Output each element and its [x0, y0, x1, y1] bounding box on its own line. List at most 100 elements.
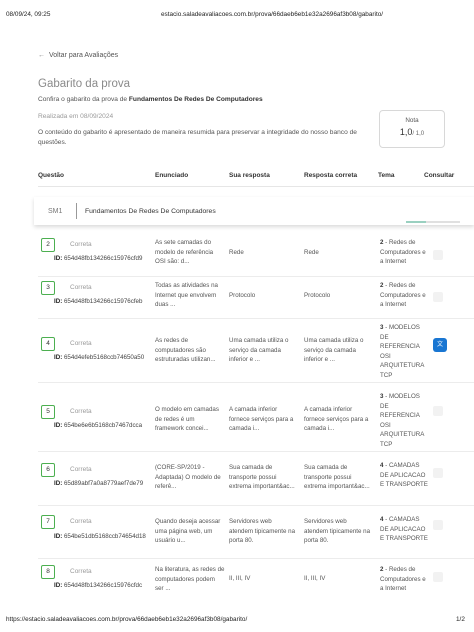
question-topic: 2 - Redes de Computadores e a Internet — [380, 565, 428, 594]
header-resposta-correta: Resposta correta — [304, 172, 358, 179]
progress-bar — [406, 221, 460, 223]
subtitle-course: Fundamentos De Redes De Computadores — [128, 96, 263, 103]
correct-answer: II, III, IV — [304, 575, 326, 582]
header-divider — [38, 186, 474, 187]
header-sua-resposta: Sua resposta — [229, 172, 270, 179]
arrow-left-icon: ← — [38, 52, 45, 59]
question-id-value: 654be51db5168ccb74654d18 — [63, 533, 146, 540]
your-answer: Servidores web atendem tipicamente na po… — [229, 518, 296, 544]
question-id-label: ID: — [54, 354, 63, 361]
row-divider — [38, 558, 474, 559]
question-id-label: ID: — [54, 255, 63, 262]
print-page-number: 1/2 — [456, 616, 465, 623]
question-id-label: ID: — [54, 298, 63, 305]
course-name: Fundamentos De Redes De Computadores — [85, 207, 216, 215]
question-statement: (CORE-SP/2019 - Adaptada) O modelo de re… — [155, 464, 221, 490]
header-tema: Tema — [378, 172, 395, 179]
question-id-label: ID: — [54, 422, 63, 429]
topic-name: - MODELOS DE REFERENCIA OSI ARQUITETURA … — [380, 393, 425, 448]
question-id-label: ID: — [54, 480, 63, 487]
question-topic: 3 - MODELOS DE REFERENCIA OSI ARQUITETUR… — [380, 392, 428, 449]
question-number: 6 — [41, 463, 55, 477]
question-number: 5 — [41, 405, 55, 419]
question-id-value: 65d89abf7a0a8779aef7de79 — [63, 480, 144, 487]
correct-answer: Uma camada utiliza o serviço da camada i… — [304, 337, 364, 363]
course-separator — [76, 203, 77, 219]
correct-answer: A camada inferior fornece serviços para … — [304, 406, 369, 432]
question-status: Correta — [70, 241, 92, 248]
question-id: ID: 654d48fb134266c15976cfdc — [54, 582, 142, 589]
your-answer: Protocolo — [229, 292, 256, 299]
question-topic: 4 - CAMADAS DE APLICACAO E TRANSPORTE — [380, 461, 428, 490]
grade-label: Nota — [405, 117, 419, 124]
question-topic: 4 - CAMADAS DE APLICACAO E TRANSPORTE — [380, 515, 428, 544]
question-status: Correta — [70, 466, 92, 473]
row-divider — [38, 505, 474, 506]
course-code: SM1 — [48, 207, 63, 215]
page-description: O conteúdo do gabarito é apresentado de … — [38, 129, 357, 146]
question-id: ID: 654d48fb134266c15976cfeb — [54, 298, 142, 305]
print-header: 08/09/24, 09:25 estacio.saladeavaliacoes… — [0, 0, 474, 22]
consult-button[interactable] — [433, 292, 443, 302]
question-number: 3 — [41, 281, 55, 295]
grade-score: 1,0 — [399, 127, 413, 137]
row-divider — [38, 318, 474, 319]
question-statement: Quando deseja acessar uma página web, um… — [155, 518, 221, 544]
question-id-value: 654d48fb134266c15976cfeb — [63, 298, 143, 305]
correct-answer: Protocolo — [304, 292, 331, 299]
back-link-label: Voltar para Avaliações — [49, 52, 119, 59]
question-id-label: ID: — [54, 582, 63, 589]
question-id-value: 654d48fb134266c15976cfdc — [63, 582, 143, 589]
row-divider — [38, 382, 474, 383]
correct-answer: Rede — [304, 249, 319, 256]
consult-button[interactable] — [433, 468, 443, 478]
page-title: Gabarito da prova — [38, 78, 131, 90]
your-answer: II, III, IV — [229, 575, 251, 582]
translate-icon[interactable]: 文 — [433, 338, 447, 352]
your-answer: Sua camada de transporte possui extrema … — [229, 464, 295, 490]
question-id-value: 654d4efeb5168ccb74650a50 — [63, 354, 145, 361]
grade-value: 1,0/ 1,0 — [380, 127, 444, 137]
print-footer-url: https://estacio.saladeavaliacoes.com.br/… — [6, 616, 248, 623]
question-id-value: 654d48fb134266c15976cfd9 — [63, 255, 143, 262]
question-number: 7 — [41, 515, 55, 529]
grade-max: / 1,0 — [412, 131, 425, 137]
question-topic: 2 - Redes de Computadores e a Internet — [380, 238, 428, 267]
topic-name: - MODELOS DE REFERENCIA OSI ARQUITETURA … — [380, 324, 425, 379]
row-divider — [38, 451, 474, 452]
question-status: Correta — [70, 284, 92, 291]
question-id: ID: 65d89abf7a0a8779aef7de79 — [54, 480, 143, 487]
question-topic: 2 - Redes de Computadores e a Internet — [380, 281, 428, 310]
question-statement: Na literatura, as redes de computadores … — [155, 566, 225, 592]
back-link[interactable]: ← Voltar para Avaliações — [38, 52, 118, 59]
grade-box: Nota 1,0/ 1,0 — [379, 110, 445, 148]
question-number: 8 — [41, 565, 55, 579]
topic-name: - Redes de Computadores e a Internet — [380, 566, 426, 592]
question-status: Correta — [70, 518, 92, 525]
question-status: Correta — [70, 408, 92, 415]
question-number: 2 — [41, 238, 55, 252]
consult-button[interactable] — [433, 250, 443, 260]
question-id: ID: 654d48fb134266c15976cfd9 — [54, 255, 142, 262]
header-consultar: Consultar — [424, 172, 455, 179]
consult-button[interactable] — [433, 572, 443, 582]
question-status: Correta — [70, 568, 92, 575]
header-questao: Questão — [38, 172, 65, 179]
subtitle-prefix: Confira o gabarito da prova de — [38, 96, 129, 103]
correct-answer: Sua camada de transporte possui extrema … — [304, 464, 370, 490]
question-id: ID: 654be6e6b5168cb7467dcca — [54, 422, 142, 429]
print-datetime: 08/09/24, 09:25 — [6, 11, 51, 18]
sticky-course-bar: SM1 Fundamentos De Redes De Computadores — [34, 197, 474, 225]
progress-fill — [406, 221, 426, 223]
consult-button[interactable] — [433, 406, 443, 416]
consult-button[interactable] — [433, 520, 443, 530]
question-statement: O modelo em camadas de redes é um framew… — [155, 406, 219, 432]
exam-date: Realizada em 08/09/2024 — [38, 113, 114, 120]
question-statement: Todas as atividades na Internet que envo… — [155, 282, 218, 308]
question-id-label: ID: — [54, 533, 63, 540]
question-id: ID: 654be51db5168ccb74654d18 — [54, 533, 146, 540]
question-id-value: 654be6e6b5168cb7467dcca — [63, 422, 143, 429]
question-topic: 3 - MODELOS DE REFERENCIA OSI ARQUITETUR… — [380, 323, 428, 380]
question-number: 4 — [41, 337, 55, 351]
your-answer: Uma camada utiliza o serviço da camada i… — [229, 337, 289, 363]
